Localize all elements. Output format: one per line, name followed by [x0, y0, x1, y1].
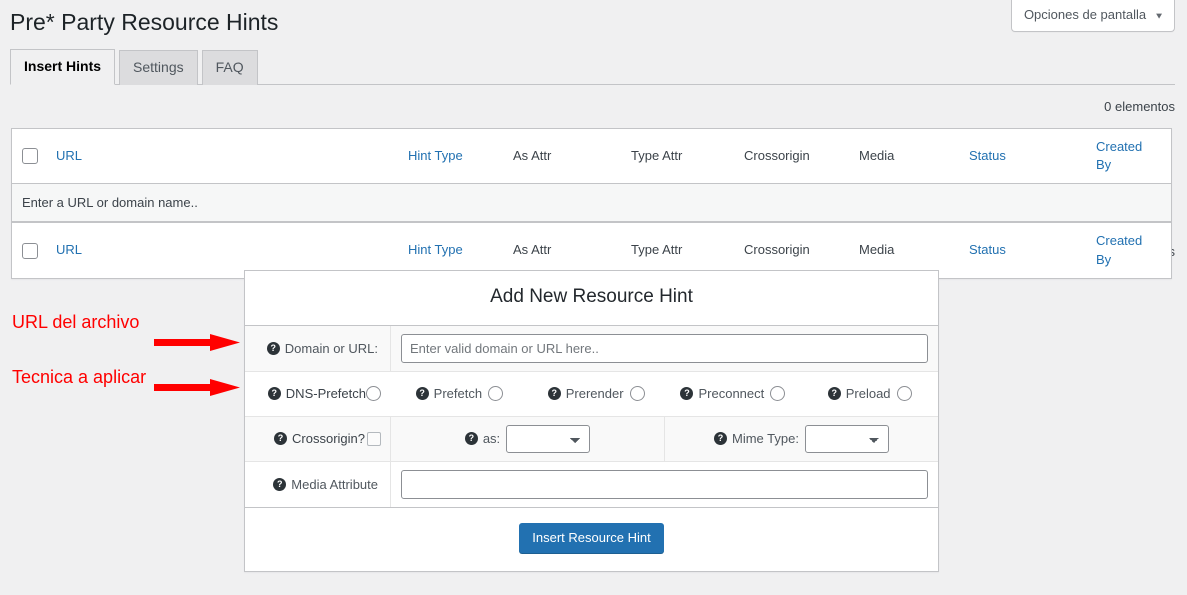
help-icon[interactable]: ?	[274, 432, 288, 446]
media-attribute-label-cell: ? Media Attribute	[245, 461, 391, 507]
screen-options-container: Opciones de pantalla ▼	[1010, 0, 1175, 32]
hint-type-radio-group: ? DNS-Prefetch ? Prefetch ? Prerender ? …	[245, 372, 938, 416]
column-sort-status[interactable]: Status	[969, 148, 1006, 163]
annotation-arrow-icon-1	[154, 334, 240, 351]
help-icon[interactable]: ?	[273, 477, 287, 491]
chevron-down-icon: ▼	[1154, 11, 1164, 22]
table-head: URL Hint Type As Attr Type Attr Crossori…	[12, 129, 1171, 185]
as-attr-select[interactable]	[506, 424, 591, 453]
mime-type-cell: ? Mime Type:	[665, 417, 938, 461]
submit-row: Insert Resource Hint	[245, 507, 938, 572]
prerender-radio[interactable]	[629, 386, 645, 402]
table-empty-row: Enter a URL or domain name..	[12, 184, 1171, 223]
footer-column-sort-created-by[interactable]: Created By	[1096, 233, 1142, 266]
as-attr-cell: ? as:	[391, 416, 665, 461]
help-icon[interactable]: ?	[714, 432, 728, 446]
tab-faq[interactable]: FAQ	[201, 50, 258, 85]
footer-column-sort-status[interactable]: Status	[969, 242, 1006, 257]
footer-column-header-created-by[interactable]: Created By	[1086, 222, 1171, 277]
crossorigin-label: Crossorigin?	[292, 431, 365, 447]
as-attr-label: as:	[482, 431, 501, 447]
preconnect-cell[interactable]: ? Preconnect	[665, 386, 802, 402]
dns-prefetch-cell[interactable]: ? DNS-Prefetch	[245, 386, 391, 402]
help-icon[interactable]: ?	[415, 387, 429, 401]
preconnect-radio[interactable]	[770, 386, 786, 402]
select-all-footer-header	[12, 222, 46, 277]
annotation-url-del-archivo: URL del archivo	[12, 312, 140, 332]
crossorigin-cell[interactable]: ? Crossorigin?	[245, 416, 391, 461]
select-all-checkbox[interactable]	[22, 148, 38, 165]
prerender-label: Prerender	[565, 386, 624, 402]
prefetch-radio[interactable]	[488, 386, 504, 402]
screen-options-button[interactable]: Opciones de pantalla ▼	[1010, 0, 1175, 32]
preload-cell[interactable]: ? Preload	[801, 386, 938, 402]
tab-bar: Insert Hints Settings FAQ	[10, 49, 1175, 85]
tab-insert-hints[interactable]: Insert Hints	[10, 49, 116, 85]
prefetch-label: Prefetch	[433, 386, 483, 402]
form-row-domain: ? Domain or URL:	[245, 325, 938, 372]
column-header-hint-type[interactable]: Hint Type	[398, 129, 503, 185]
column-sort-created-by[interactable]: Created By	[1096, 139, 1142, 172]
domain-or-url-input[interactable]	[401, 333, 928, 363]
attributes-row: ? Crossorigin? ? as: ? Mime Type:	[245, 416, 938, 461]
resource-hints-table: URL Hint Type As Attr Type Attr Crossori…	[11, 128, 1172, 279]
dns-prefetch-label: DNS-Prefetch	[285, 386, 366, 402]
column-sort-hint-type[interactable]: Hint Type	[408, 148, 463, 163]
domain-label-cell: ? Domain or URL:	[245, 325, 391, 371]
help-icon[interactable]: ?	[267, 387, 281, 401]
form-row-media-attribute: ? Media Attribute	[245, 461, 938, 508]
items-count-top: 0 elementos	[1104, 99, 1175, 114]
as-attr-label-wrap: ? as:	[464, 431, 501, 447]
preload-radio[interactable]	[896, 386, 912, 402]
annotation-tecnica-a-aplicar: Tecnica a aplicar	[12, 367, 147, 387]
preconnect-label: Preconnect	[698, 386, 765, 402]
mime-type-label-wrap: ? Mime Type:	[714, 431, 799, 446]
insert-resource-hint-button[interactable]: Insert Resource Hint	[519, 522, 664, 554]
media-attribute-label: Media Attribute	[291, 476, 378, 492]
dns-prefetch-radio[interactable]	[366, 386, 381, 402]
screen-options-label: Opciones de pantalla	[1023, 7, 1147, 22]
media-attribute-field-cell	[391, 462, 938, 507]
column-header-status[interactable]: Status	[959, 129, 1086, 185]
column-header-created-by[interactable]: Created By	[1086, 129, 1171, 185]
domain-field-cell	[391, 326, 938, 371]
column-header-url[interactable]: URL	[46, 129, 398, 185]
footer-column-header-status[interactable]: Status	[959, 222, 1086, 277]
column-sort-url[interactable]: URL	[56, 148, 82, 163]
mime-type-label: Mime Type:	[732, 431, 799, 447]
column-header-type-attr: Type Attr	[621, 129, 734, 185]
mime-type-select[interactable]	[804, 424, 889, 453]
help-icon[interactable]: ?	[827, 387, 841, 401]
add-resource-hint-panel: Add New Resource Hint ? Domain or URL: ?…	[244, 270, 939, 573]
tab-settings[interactable]: Settings	[119, 50, 198, 85]
footer-column-sort-hint-type[interactable]: Hint Type	[408, 242, 463, 257]
column-header-media: Media	[849, 129, 959, 185]
column-header-crossorigin: Crossorigin	[734, 129, 849, 185]
page-title: Pre* Party Resource Hints	[10, 9, 279, 35]
select-all-footer-checkbox[interactable]	[22, 242, 38, 259]
help-icon[interactable]: ?	[266, 341, 280, 355]
form-row-attributes: ? Crossorigin? ? as: ? Mime Type:	[245, 416, 938, 462]
prefetch-cell[interactable]: ? Prefetch	[391, 386, 528, 402]
help-icon[interactable]: ?	[464, 432, 478, 446]
table-body: Enter a URL or domain name..	[12, 184, 1171, 223]
table-empty-message: Enter a URL or domain name..	[12, 184, 1171, 223]
column-header-as-attr: As Attr	[503, 129, 621, 185]
media-attribute-input[interactable]	[401, 469, 928, 499]
table-header-row: URL Hint Type As Attr Type Attr Crossori…	[12, 129, 1171, 185]
footer-column-sort-url[interactable]: URL	[56, 242, 82, 257]
help-icon[interactable]: ?	[680, 387, 694, 401]
help-icon[interactable]: ?	[547, 387, 561, 401]
domain-label: Domain or URL:	[284, 340, 378, 356]
select-all-header	[12, 129, 46, 185]
preload-label: Preload	[845, 386, 891, 402]
crossorigin-checkbox[interactable]	[367, 431, 381, 446]
panel-title: Add New Resource Hint	[245, 271, 938, 326]
annotation-arrow-icon-2	[154, 379, 240, 396]
form-row-hint-types: ? DNS-Prefetch ? Prefetch ? Prerender ? …	[245, 372, 938, 417]
prerender-cell[interactable]: ? Prerender	[528, 386, 665, 402]
